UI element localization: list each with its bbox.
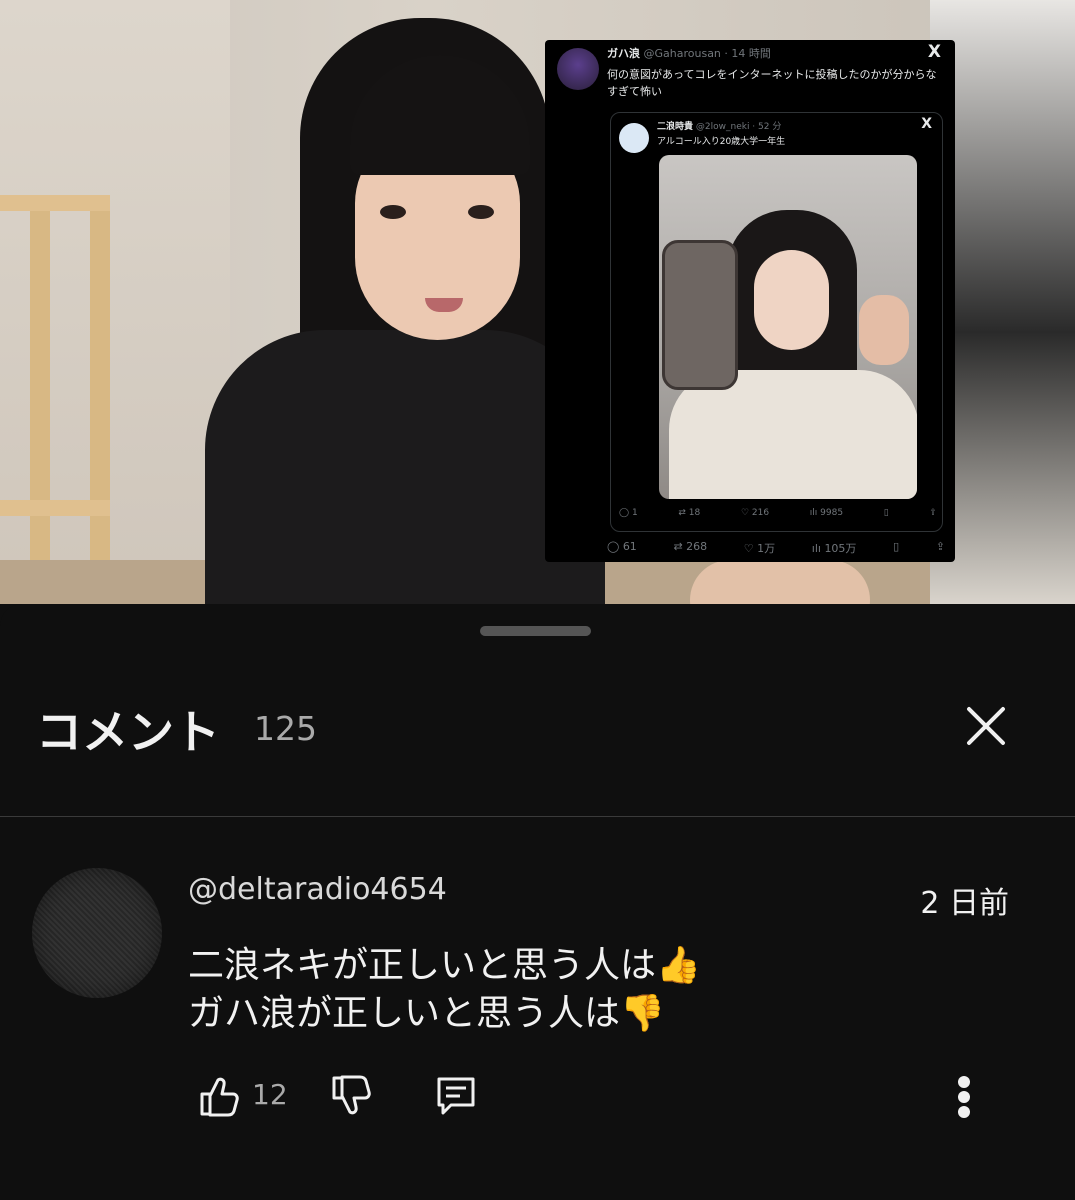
retweet-stat: ⇄ 18: [678, 508, 701, 518]
photo-phone: [662, 240, 738, 390]
video-player[interactable]: ガハ浪 @Gaharousan · 14 時間 X 何の意図があってコレをインタ…: [0, 0, 1075, 604]
person-hand: [690, 560, 870, 604]
reply-stat: ◯ 1: [619, 508, 638, 518]
photo-thumb: [859, 295, 909, 365]
shelf: [90, 195, 110, 604]
like-count: 216: [751, 508, 770, 518]
view-stat: ılı 9985: [809, 508, 844, 518]
tweet-overlay: ガハ浪 @Gaharousan · 14 時間 X 何の意図があってコレをインタ…: [545, 40, 955, 562]
view-stat: ılı 105万: [811, 542, 857, 555]
reply-count: 1: [631, 508, 638, 518]
like-stat: ♡ 1万: [743, 542, 776, 555]
x-logo-icon: X: [921, 116, 932, 132]
reply-icon[interactable]: [434, 1074, 478, 1118]
thumbs-down-icon[interactable]: [330, 1074, 372, 1118]
more-dot: [958, 1076, 970, 1088]
like-stat: ♡ 216: [740, 508, 770, 518]
tweet-author: ガハ浪 @Gaharousan · 14 時間: [607, 45, 771, 61]
reply-count: 61: [622, 540, 637, 553]
tweet-stats: ◯ 61 ⇄ 268 ♡ 1万 ılı 105万 ▯ ⇪: [607, 540, 945, 556]
retweet-stat: ⇄ 268: [673, 540, 708, 553]
view-count: 9985: [820, 508, 844, 518]
comment-time: 2 日前: [920, 886, 1009, 921]
quoted-text: アルコール入り20歳大学一年生: [657, 137, 786, 147]
comment-text-line: 二浪ネキが正しいと思う人は👍: [188, 945, 701, 986]
tweet-handle: @Gaharousan · 14 時間: [643, 47, 771, 60]
quoted-photo: [659, 155, 917, 499]
shelf: [0, 500, 110, 516]
comment-text-line: ガハ浪が正しいと思う人は👎: [188, 993, 665, 1034]
retweet-count: 268: [686, 540, 708, 553]
quoted-author: 二浪時貴 @2low_neki · 52 分: [657, 119, 781, 132]
person-eye: [468, 205, 494, 219]
like-count: 12: [252, 1078, 288, 1111]
shelf: [30, 195, 50, 604]
drag-handle[interactable]: [480, 626, 591, 636]
divider: [0, 816, 1075, 817]
bookmark-icon: ▯: [883, 508, 889, 518]
x-logo-icon: X: [927, 42, 941, 62]
person-eye: [380, 205, 406, 219]
more-dot: [958, 1091, 970, 1103]
like-count: 1万: [757, 542, 776, 555]
bookmark-icon: ▯: [893, 540, 900, 553]
retweet-count: 18: [688, 508, 701, 518]
close-icon[interactable]: [962, 702, 1010, 750]
comments-count: 125: [254, 709, 317, 748]
share-icon: ⇪: [929, 508, 937, 518]
quoted-stats: ◯ 1 ⇄ 18 ♡ 216 ılı 9985 ▯ ⇪: [619, 508, 937, 518]
quoted-avatar: [619, 123, 649, 153]
thumbs-up-icon[interactable]: [198, 1074, 240, 1118]
more-dot: [958, 1106, 970, 1118]
quoted-author-name: 二浪時貴: [657, 122, 694, 132]
share-icon: ⇪: [935, 540, 945, 553]
quoted-handle: @2low_neki · 52 分: [695, 122, 782, 132]
view-count: 105万: [824, 542, 857, 555]
tweet-avatar: [557, 48, 599, 90]
shelf: [0, 195, 110, 211]
photo-face: [754, 250, 829, 350]
reply-stat: ◯ 61: [607, 540, 637, 553]
avatar[interactable]: [32, 868, 162, 998]
tweet-text: 何の意図があってコレをインターネットに投稿したのかが分からなすぎて怖い: [607, 68, 937, 98]
comments-sheet: コメント 125 @deltaradio4654 2 日前 二浪ネキが正しいと思…: [0, 604, 1075, 1200]
quoted-tweet: 二浪時貴 @2low_neki · 52 分 X アルコール入り20歳大学一年生…: [610, 112, 943, 532]
tweet-author-name: ガハ浪: [607, 47, 640, 60]
comment-author[interactable]: @deltaradio4654: [188, 872, 447, 907]
more-vert-icon[interactable]: [952, 1072, 976, 1120]
comments-title: コメント: [36, 705, 220, 759]
